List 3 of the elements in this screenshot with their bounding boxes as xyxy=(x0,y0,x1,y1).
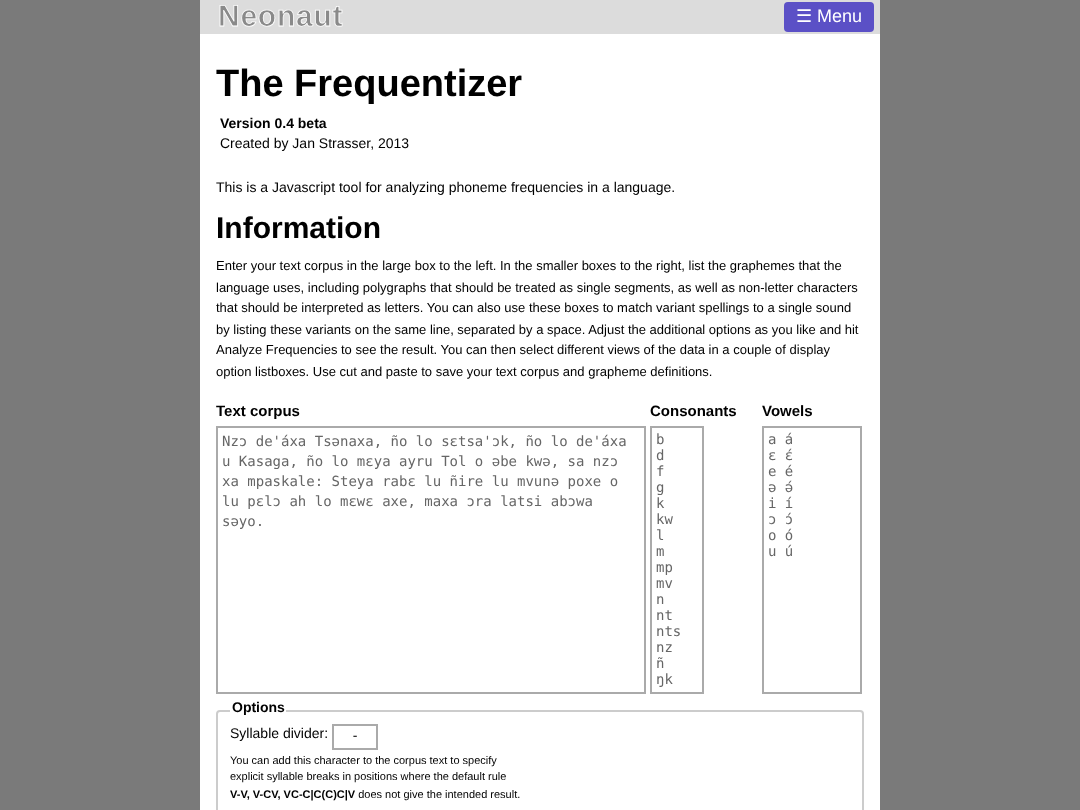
menu-button[interactable]: ☰ Menu xyxy=(783,2,874,32)
section-heading: Information xyxy=(216,212,383,250)
page-title: The Frequentizer xyxy=(216,62,525,110)
